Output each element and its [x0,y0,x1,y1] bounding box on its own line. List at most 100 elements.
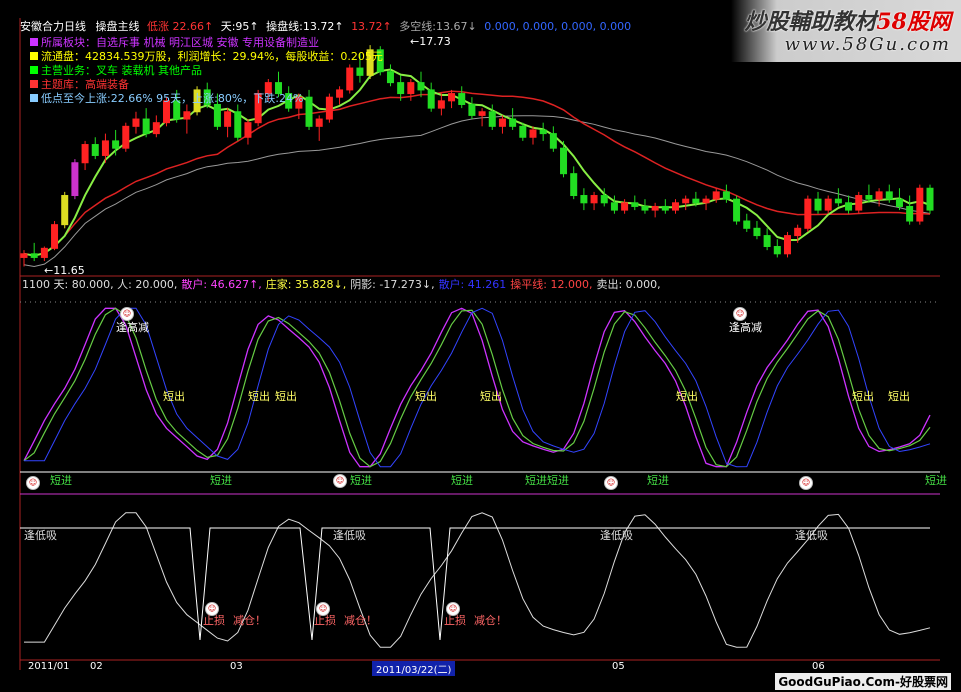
info-line: 流通盘：42834.539万股，利润增长：29.94%，每股收益：0.205元 [30,50,383,64]
ma-mid-line [23,90,931,257]
oscillator-line-2 [23,307,931,468]
candle-body [804,198,812,229]
candle-body [51,224,59,249]
candle-body [651,205,659,211]
short-in-label: 短进 [210,474,232,487]
chart-title: 安徽合力日线 [20,20,86,33]
mid-header-value: 阴影: -17.273↓, [350,278,435,291]
candle-body [672,202,680,211]
buy-low-label: 逢低吸 [333,529,366,542]
candle-body [875,191,883,200]
top-header: 安徽合力日线 操盘主线 低涨 22.66↑ 天:95↑ 操盘线:13.72↑ 1… [20,20,631,33]
candle-body [773,246,781,255]
date-tick-label: 2011/01 [28,661,70,672]
candle-body [234,111,242,138]
candle-body [244,122,252,138]
info-text: 流通盘：42834.539万股，利润增长：29.94%，每股收益：0.205元 [41,50,383,63]
candle-body [315,118,323,127]
stop-loss-label: 止损 [314,614,336,627]
candle-body [549,133,557,149]
candle-body [865,195,873,200]
smiley-face-icon: ☺ [333,474,347,488]
candle-body [132,118,140,127]
candle-body [783,235,791,255]
buy-low-label: 逢低吸 [24,529,57,542]
candle-body [733,198,741,222]
candle-body [71,162,79,197]
buy-low-label: 逢低吸 [795,529,828,542]
candle-body [427,89,435,109]
candle-body [407,82,415,95]
candle-body [814,198,822,211]
low-value: 22.66↑ [172,20,214,33]
smiley-face-icon: ☺ [799,476,813,490]
mid-header-value: 1100 天: 80.000, 人: 20.000, [22,278,178,291]
candle-body [600,195,608,204]
zeros-value: 0.000, 0.000, 0.000, 0.000 [484,20,632,33]
sell-high-label: 逢高减 [729,321,762,334]
reduce-label: 减仓！ [344,614,377,627]
candle-body [468,103,476,116]
candle-body [641,205,649,211]
candle-body [570,173,578,197]
mid-header-value: 庄家: 35.828↓, [265,278,347,291]
candle-body [560,147,568,175]
oscillator-line-1 [23,307,931,468]
candle-body [631,202,639,207]
candle-body [661,205,669,211]
buy-low-label: 逢低吸 [600,529,633,542]
ma-long-line [23,115,931,268]
short-out-label: 短出 [480,390,502,403]
sell-high-label: 逢高减 [116,321,149,334]
days-value: 天:95↑ [220,20,259,33]
candle-body [519,125,527,138]
candle-body [692,198,700,204]
watermark-brand: 炒股輔助教材58股网 [744,9,951,35]
date-tick-label: 05 [612,661,625,672]
mid-header-value: 卖出: 0.000, [596,278,661,291]
candle-body [845,202,853,211]
candle-body [621,202,629,211]
short-out-label: 短出 [163,390,185,403]
candle-body [743,220,751,229]
candle-body [529,129,537,138]
candle-body [895,198,903,207]
candle-body [722,191,730,200]
date-tick-label: 03 [230,661,243,672]
stop-loss-label: 止损 [444,614,466,627]
candle-body [142,118,150,135]
info-line: 主营业务：叉车 装载机 其他产品 [30,64,383,78]
info-text: 主营业务：叉车 装载机 其他产品 [41,64,202,77]
candle-body [437,100,445,109]
candle-body [91,144,99,156]
candle-body [386,71,394,84]
candle-body [855,195,863,211]
candle-body [498,118,506,127]
info-line: 低点至今上涨:22.66% 95天，上涨:80%，下跌:24% [30,92,383,106]
info-text: 主题库：高端装备 [41,78,129,91]
info-bullet-icon [30,94,38,102]
info-bullet-icon [30,80,38,88]
short-out-label: 短出 [676,390,698,403]
candle-body [488,111,496,127]
info-bullet-icon [30,52,38,60]
mid-header-value: 散户: 46.627↑, [181,278,262,291]
info-bullet-icon [30,38,38,46]
date-tick-label: 06 [812,661,825,672]
date-tick-label: 2011/03/22(二) [372,661,456,676]
candle-body [763,235,771,248]
short-in-label: 短进 [350,474,372,487]
low-price-label: ←11.65 [44,264,85,277]
short-in-label: 短进 [647,474,669,487]
candle-body [682,198,690,204]
reduce-label: 减仓！ [233,614,266,627]
candle-body [40,247,48,258]
info-list: 所属板块：自选斥事 机械 明江区城 安徽 专用设备制造业 流通盘：42834.53… [30,36,383,106]
smiley-face-icon: ☺ [604,476,618,490]
short-out-label: 短出 [275,390,297,403]
candle-body [112,140,120,149]
candle-body [417,82,425,91]
indicator-name[interactable]: 操盘主线 [96,20,140,33]
candle-body [213,103,221,127]
op2-value: 13.72↑ [351,20,392,33]
